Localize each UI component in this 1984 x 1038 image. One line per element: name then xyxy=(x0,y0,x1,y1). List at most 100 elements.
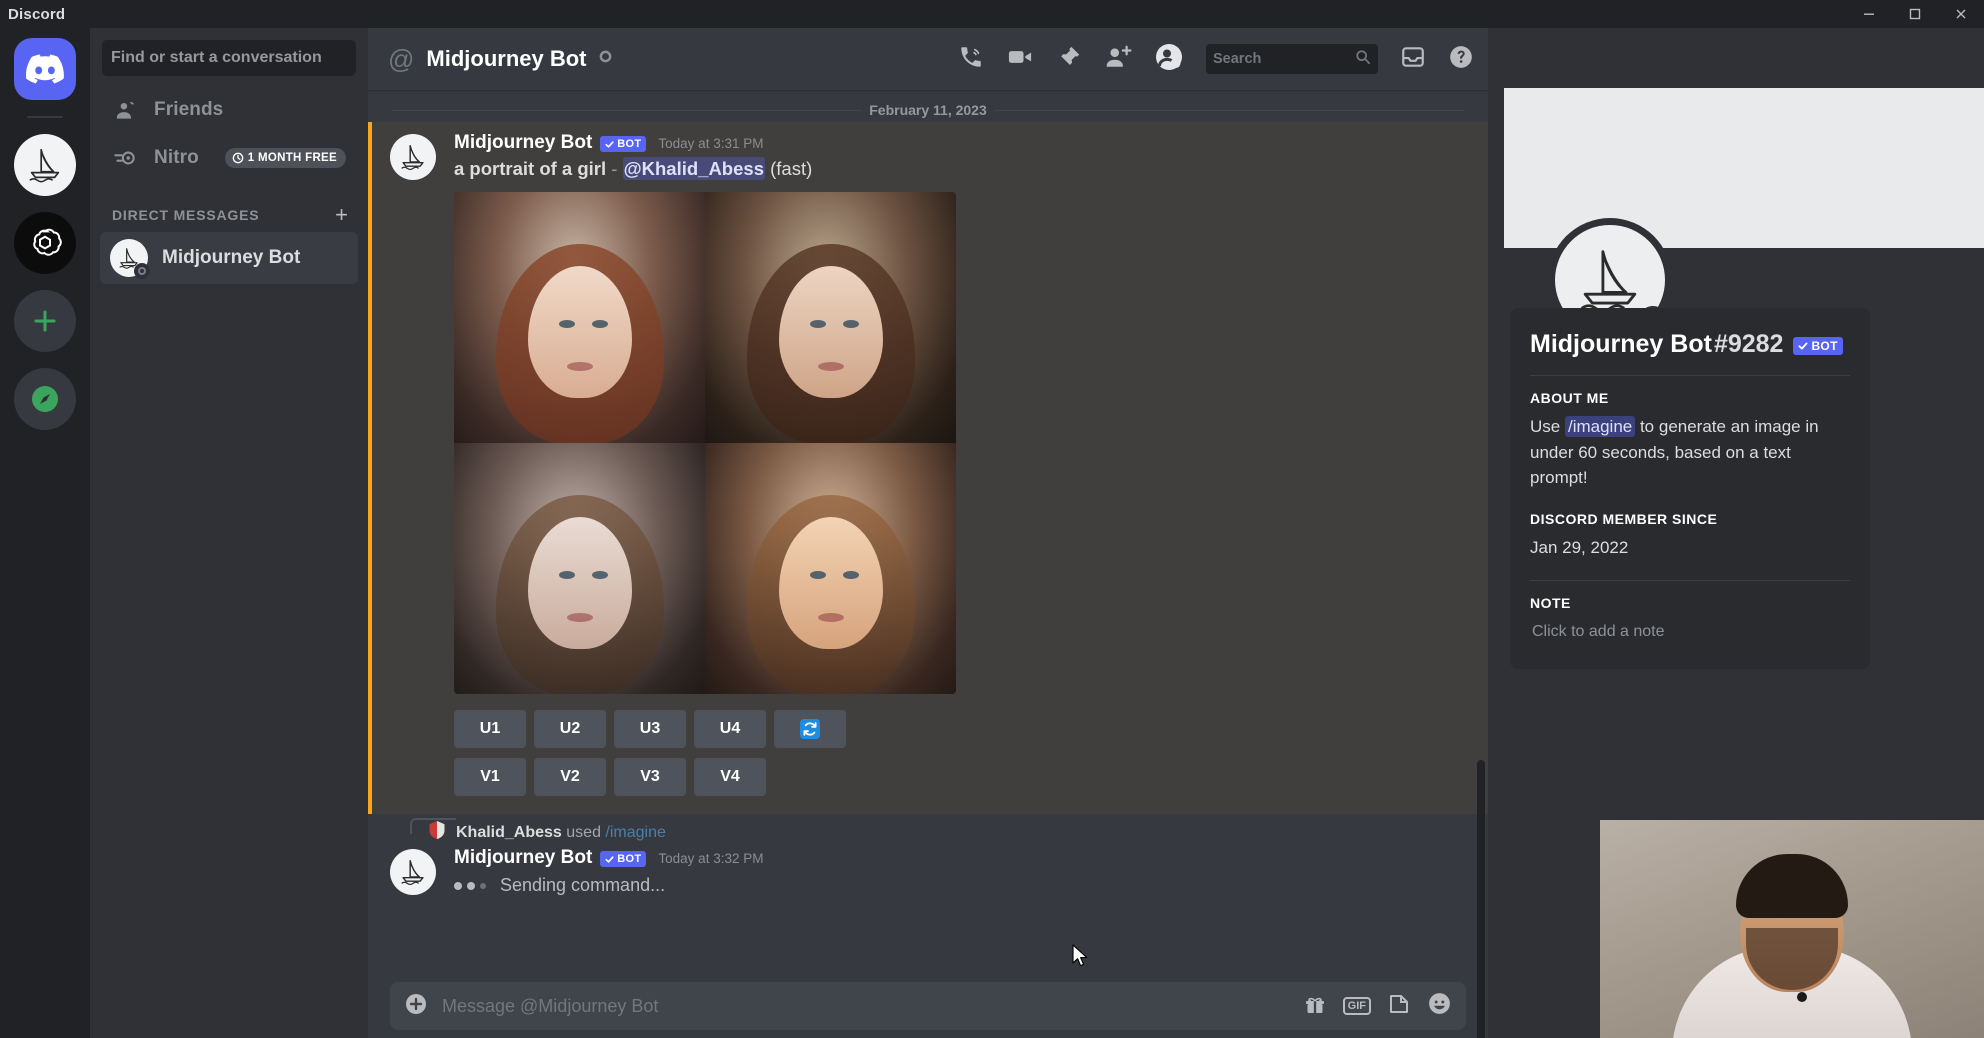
message-scrollbar[interactable] xyxy=(1477,190,1485,1038)
upscale-button-u3[interactable]: U3 xyxy=(614,710,686,748)
message-body: Midjourney Bot BOT Today at 3:31 PM a po… xyxy=(454,132,1464,806)
search-placeholder: Search xyxy=(1213,51,1261,67)
note-heading: NOTE xyxy=(1530,595,1850,611)
offline-dot-icon xyxy=(599,50,612,63)
reroll-button[interactable] xyxy=(774,710,846,748)
search-icon xyxy=(1355,49,1371,70)
openai-logo-icon xyxy=(25,223,65,263)
gif-icon[interactable]: GIF xyxy=(1343,997,1371,1015)
video-call-icon[interactable] xyxy=(1006,43,1034,76)
upscale-button-u4[interactable]: U4 xyxy=(694,710,766,748)
help-icon[interactable] xyxy=(1448,44,1474,75)
profile-card: Midjourney Bot #9282 BOT ABOUT ME Use /i… xyxy=(1510,308,1870,669)
generated-image-1[interactable] xyxy=(454,192,705,443)
dm-item-label: Midjourney Bot xyxy=(162,247,300,269)
dm-item-midjourney-bot[interactable]: Midjourney Bot xyxy=(100,232,358,284)
server-icon-midjourney[interactable] xyxy=(14,134,76,196)
variation-button-v3[interactable]: V3 xyxy=(614,758,686,796)
webcam-person xyxy=(1667,864,1917,1038)
gift-icon[interactable] xyxy=(1303,992,1327,1021)
prompt-text: a portrait of a girl xyxy=(454,158,606,179)
sidebar-item-friends[interactable]: Friends xyxy=(100,86,358,134)
pending-row: Sending command... xyxy=(454,875,1464,896)
discord-logo-icon xyxy=(26,54,64,84)
profile-section-note: NOTE Click to add a note xyxy=(1530,595,1850,645)
generated-image-3[interactable] xyxy=(454,443,705,694)
search-input[interactable]: Search xyxy=(1206,44,1378,74)
maximize-icon[interactable] xyxy=(1892,0,1938,28)
clock-icon xyxy=(232,152,244,164)
imagine-command-code: /imagine xyxy=(1565,416,1635,437)
verified-check-icon xyxy=(605,140,614,149)
server-icon-openai[interactable] xyxy=(14,212,76,274)
midjourney-sailboat-icon xyxy=(22,144,68,186)
add-friend-icon[interactable] xyxy=(1104,44,1132,75)
minimize-icon[interactable] xyxy=(1846,0,1892,28)
dm-search-wrapper: Find or start a conversation xyxy=(90,28,368,86)
dm-nav: Friends Nitro 1 MONTH FREE xyxy=(90,86,368,182)
message-author[interactable]: Midjourney Bot xyxy=(454,132,592,154)
message-body: Midjourney Bot BOT Today at 3:32 PM Send… xyxy=(454,847,1464,896)
emoji-icon[interactable] xyxy=(1427,991,1452,1021)
server-icon-discord-home[interactable] xyxy=(14,38,76,100)
sidebar-item-nitro[interactable]: Nitro 1 MONTH FREE xyxy=(100,134,358,182)
create-dm-plus-icon[interactable]: + xyxy=(335,204,348,226)
user-profile-icon[interactable] xyxy=(1154,42,1184,77)
upscale-button-u1[interactable]: U1 xyxy=(454,710,526,748)
message-item: Midjourney Bot BOT Today at 3:31 PM a po… xyxy=(368,122,1488,814)
verified-check-icon xyxy=(605,855,614,864)
message-input-placeholder: Message @Midjourney Bot xyxy=(442,996,658,1017)
date-divider-label: February 11, 2023 xyxy=(861,102,995,118)
midjourney-sailboat-icon xyxy=(396,856,430,888)
avatar[interactable] xyxy=(390,849,436,895)
generated-image-grid[interactable] xyxy=(454,192,956,694)
app-title: Discord xyxy=(8,6,65,23)
profile-section-about: ABOUT ME Use /imagine to generate an ima… xyxy=(1530,390,1850,491)
nitro-promo-badge: 1 MONTH FREE xyxy=(225,148,346,168)
message-timestamp: Today at 3:32 PM xyxy=(658,851,763,866)
message-header: Midjourney Bot BOT Today at 3:31 PM xyxy=(454,132,1464,154)
message-header: Midjourney Bot BOT Today at 3:32 PM xyxy=(454,847,1464,869)
variation-button-v1[interactable]: V1 xyxy=(454,758,526,796)
sticker-icon[interactable] xyxy=(1387,992,1411,1021)
inbox-icon[interactable] xyxy=(1400,44,1426,75)
message-author[interactable]: Midjourney Bot xyxy=(454,847,592,869)
command-name[interactable]: /imagine xyxy=(605,824,665,841)
message-content: a portrait of a girl - @Khalid_Abess (fa… xyxy=(454,158,1464,180)
profile-divider xyxy=(1530,375,1850,376)
divider-line-right xyxy=(995,110,1464,111)
title-bar: Discord xyxy=(0,0,1984,28)
about-text-before: Use xyxy=(1530,417,1565,436)
find-conversation-input[interactable]: Find or start a conversation xyxy=(102,40,356,76)
variation-button-v4[interactable]: V4 xyxy=(694,758,766,796)
variation-button-v2[interactable]: V2 xyxy=(534,758,606,796)
nitro-icon xyxy=(112,145,138,171)
close-icon[interactable] xyxy=(1938,0,1984,28)
call-icon[interactable] xyxy=(958,44,984,75)
command-invoker-name[interactable]: Khalid_Abess xyxy=(456,824,562,841)
generated-image-4[interactable] xyxy=(705,443,956,694)
direct-messages-header: DIRECT MESSAGES + xyxy=(90,182,368,232)
dm-sidebar: Find or start a conversation Friends Nit… xyxy=(90,28,368,1038)
date-divider: February 11, 2023 xyxy=(392,102,1464,118)
friends-icon xyxy=(112,97,138,123)
chat-header-actions: Search xyxy=(958,42,1474,77)
at-sign-icon: @ xyxy=(388,46,414,72)
add-server-button[interactable] xyxy=(14,290,76,352)
compass-icon xyxy=(28,382,62,416)
pin-icon[interactable] xyxy=(1056,44,1082,75)
profile-banner xyxy=(1504,88,1984,248)
generated-image-2[interactable] xyxy=(705,192,956,443)
attach-file-icon[interactable] xyxy=(404,992,428,1021)
upscale-button-u2[interactable]: U2 xyxy=(534,710,606,748)
message-item-pending: Midjourney Bot BOT Today at 3:32 PM Send… xyxy=(368,845,1488,904)
note-input[interactable]: Click to add a note xyxy=(1530,619,1850,645)
command-verb: used xyxy=(566,824,601,841)
profile-username: Midjourney Bot xyxy=(1530,330,1712,359)
message-input[interactable]: Message @Midjourney Bot GIF xyxy=(390,982,1466,1030)
user-mention[interactable]: @Khalid_Abess xyxy=(623,157,765,180)
explore-servers-button[interactable] xyxy=(14,368,76,430)
midjourney-sailboat-icon xyxy=(396,141,430,173)
nitro-promo-badge-label: 1 MONTH FREE xyxy=(248,152,337,164)
avatar[interactable] xyxy=(390,134,436,180)
